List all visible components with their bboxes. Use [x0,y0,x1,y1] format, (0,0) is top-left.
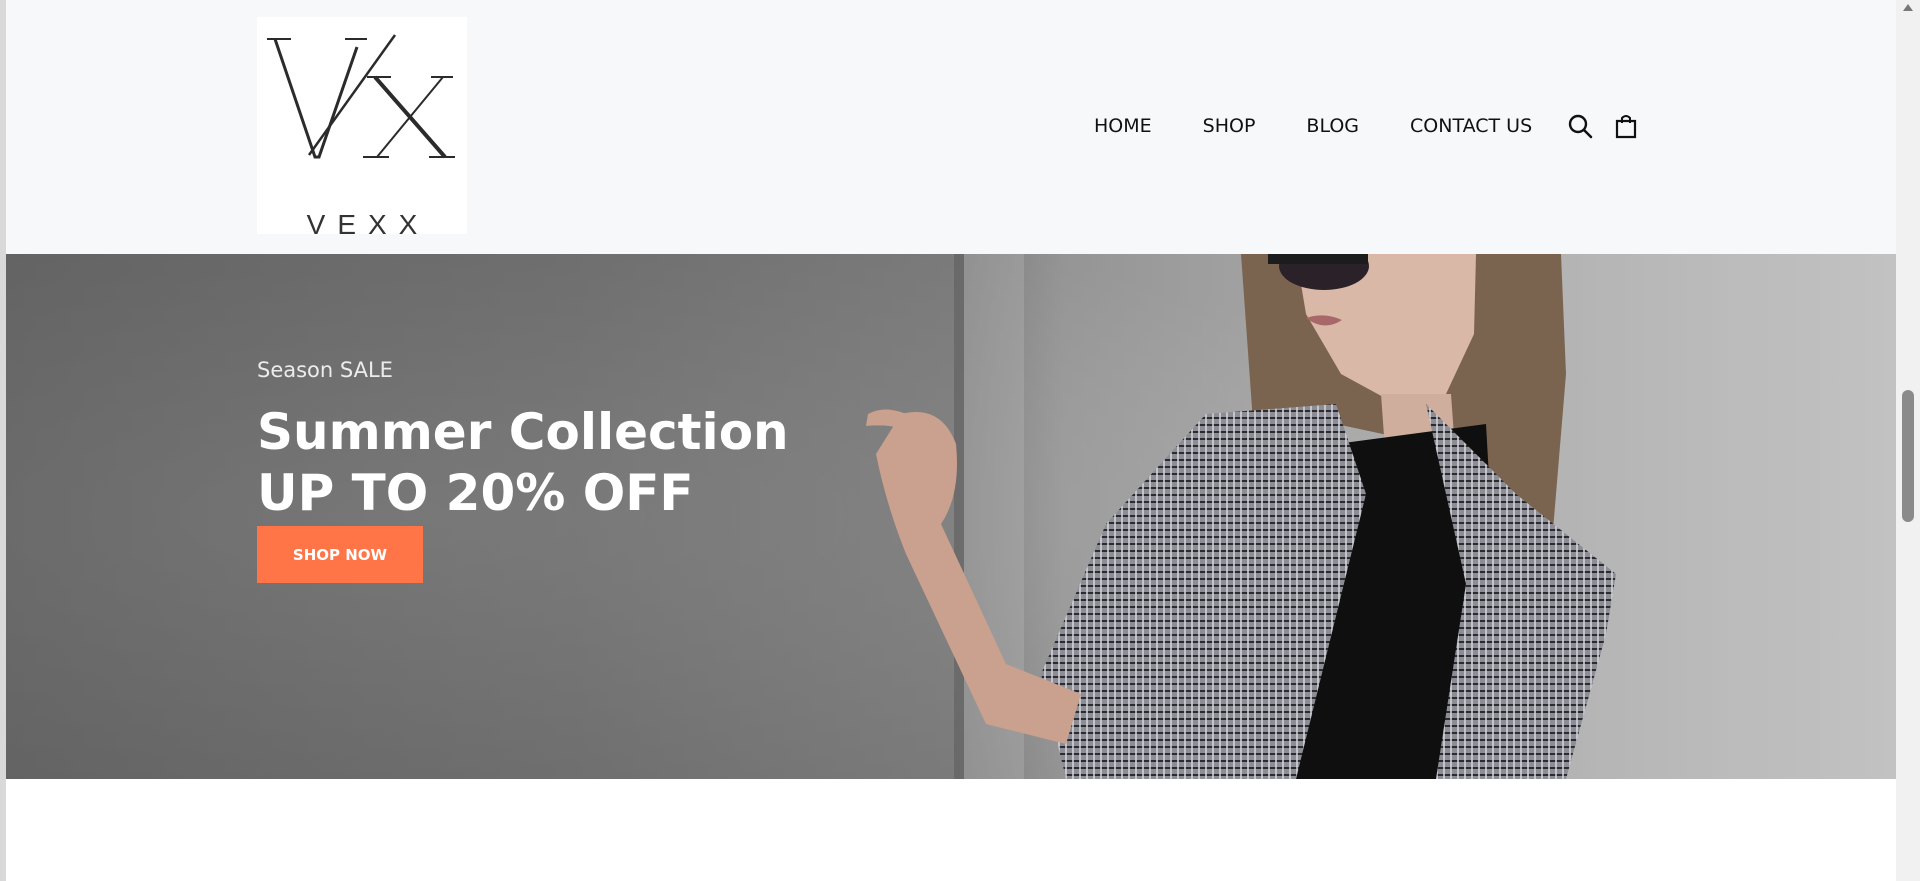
vertical-scrollbar[interactable] [1896,0,1920,881]
shop-now-button[interactable]: SHOP NOW [257,526,423,583]
scroll-thumb[interactable] [1902,390,1914,522]
nav-blog[interactable]: BLOG [1306,115,1359,137]
site-header: VEXX HOME SHOP BLOG CONTACT US [6,0,1896,254]
browser-viewport: VEXX HOME SHOP BLOG CONTACT US Season SA… [0,0,1920,881]
shopping-bag-icon[interactable] [1612,112,1640,140]
nav-contact-us[interactable]: CONTACT US [1410,115,1532,137]
nav-home[interactable]: HOME [1094,115,1152,137]
brand-wordmark: VEXX [306,209,430,240]
search-icon[interactable] [1566,112,1594,140]
monogram-logo [267,34,455,159]
hero-text: Season SALE Summer Collection UP TO 20% … [257,358,789,524]
hero-banner: Season SALE Summer Collection UP TO 20% … [6,254,1896,779]
hero-title-line-2: UP TO 20% OFF [257,464,694,522]
hero-title-line-1: Summer Collection [257,403,789,461]
scroll-up-arrow-icon[interactable] [1903,4,1913,11]
main-nav: HOME SHOP BLOG CONTACT US [1094,110,1658,142]
brand-logo[interactable]: VEXX [257,17,467,240]
hero-eyebrow: Season SALE [257,358,393,382]
nav-shop[interactable]: SHOP [1203,115,1256,137]
